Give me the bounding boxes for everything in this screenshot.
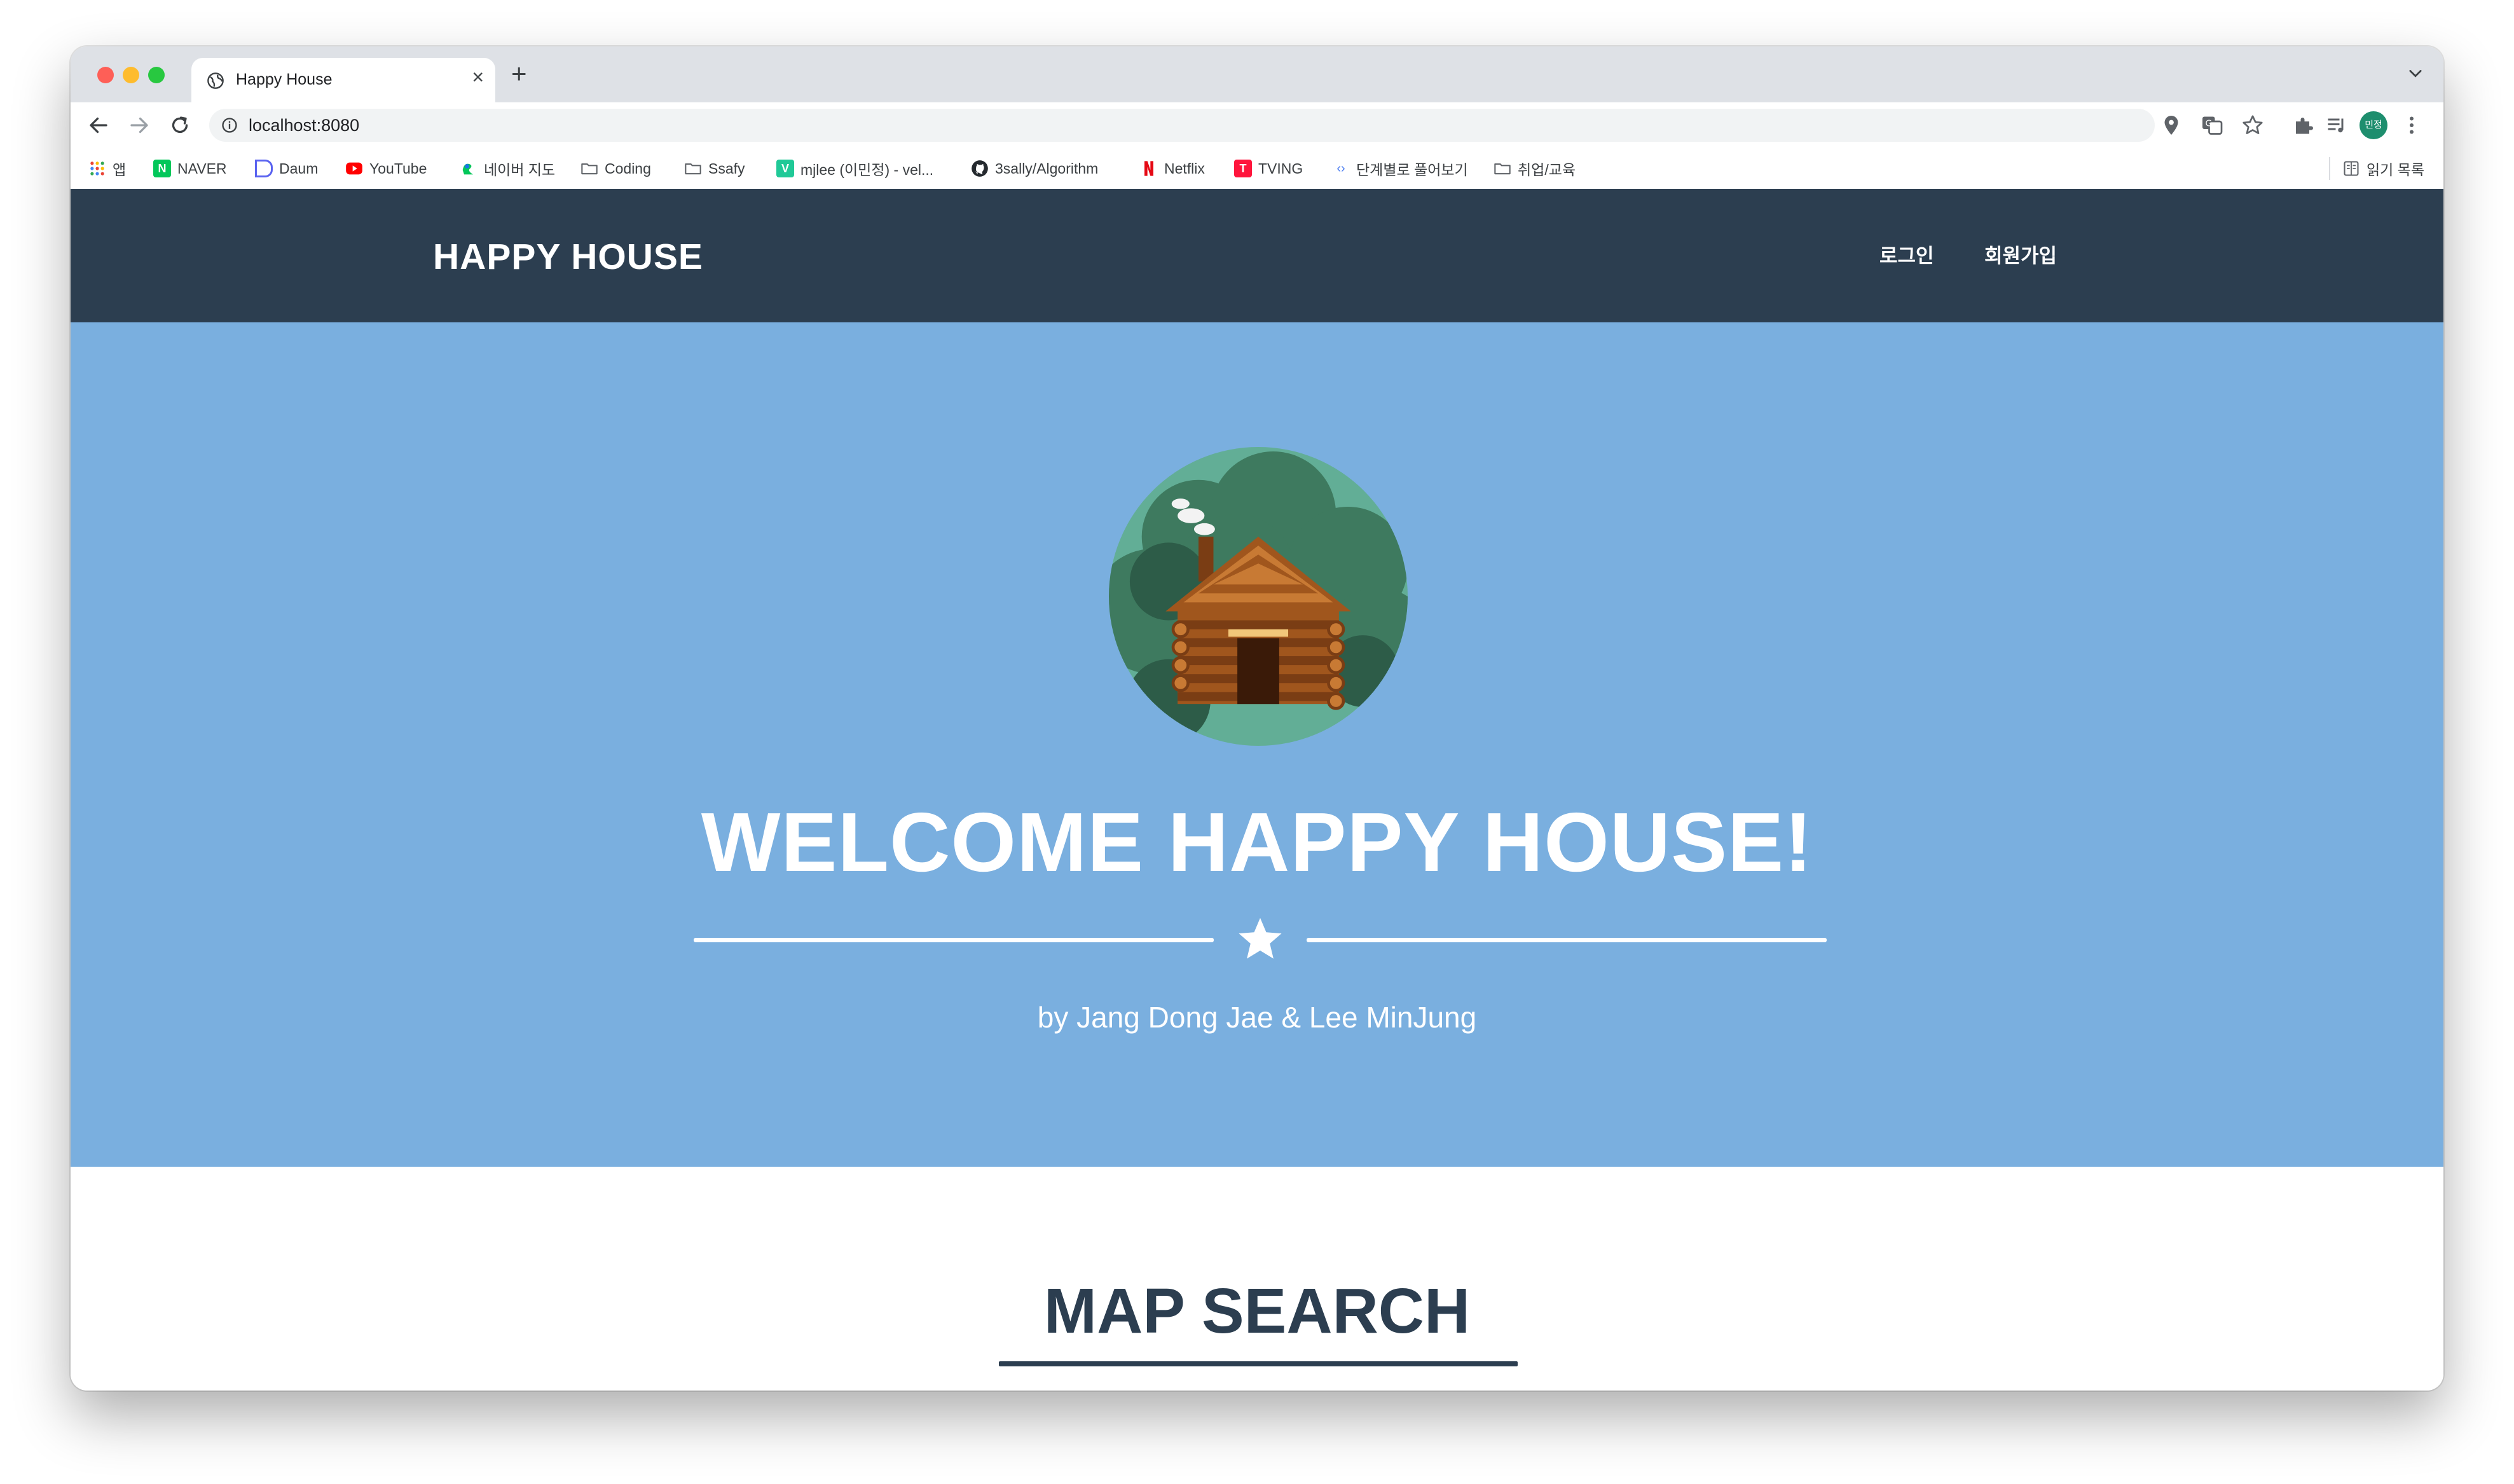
minimize-window-button[interactable]	[123, 67, 139, 83]
folder-icon	[581, 163, 598, 175]
site-navbar: HAPPY HOUSE 로그인 회원가입	[71, 189, 2443, 322]
bookmark-label: TVING	[1258, 160, 1303, 177]
bookmark-ssafy[interactable]: Ssafy	[684, 157, 745, 180]
bookmark-label: NAVER	[177, 160, 227, 177]
hero-subtitle: by Jang Dong Jae & Lee MinJung	[1037, 1001, 1477, 1034]
media-queue-icon[interactable]	[2325, 114, 2348, 137]
tab-search-chevron-icon[interactable]	[2407, 64, 2424, 82]
more-menu-icon[interactable]	[2400, 114, 2423, 137]
bookmark-netflix[interactable]: Netflix	[1140, 157, 1205, 180]
forward-arrow-icon[interactable]	[128, 114, 151, 137]
close-window-button[interactable]	[97, 67, 114, 83]
velog-icon: V	[776, 160, 794, 177]
bookmark-label: mjlee (이민정) - vel...	[800, 161, 934, 178]
url-text: localhost:8080	[249, 116, 360, 135]
reading-list-icon	[2344, 161, 2359, 176]
bookmarks-bar: 앱 N NAVER Daum YouTube 네이버 지도 Coding Ssa…	[71, 148, 2443, 190]
new-tab-button[interactable]: +	[511, 60, 527, 87]
daum-icon	[255, 160, 273, 177]
site-info-icon[interactable]	[221, 116, 238, 134]
netflix-icon	[1144, 161, 1153, 176]
bookmark-naver[interactable]: N NAVER	[153, 157, 227, 180]
reading-list-label: 읽기 목록	[2366, 161, 2424, 178]
bookmark-label: 네이버 지도	[484, 161, 556, 178]
bookmark-youtube[interactable]: YouTube	[345, 157, 427, 180]
browser-toolbar: localhost:8080 G 민정	[71, 102, 2443, 148]
bookmark-label: 앱	[113, 161, 127, 178]
address-bar[interactable]: localhost:8080	[209, 109, 2155, 142]
map-search-section: MAP SEARCH	[71, 1167, 2443, 1391]
bookmark-jobs-education[interactable]: 취업/교육	[1494, 157, 1576, 180]
tab-strip: Happy House × +	[71, 46, 2443, 102]
bookmark-tving[interactable]: T TVING	[1234, 157, 1303, 180]
bookmark-label: Ssafy	[708, 160, 745, 177]
reading-list-button[interactable]: 읽기 목록	[2342, 157, 2424, 180]
github-icon	[972, 160, 988, 177]
svg-text:G: G	[2206, 119, 2212, 129]
nav-signup-link[interactable]: 회원가입	[1984, 240, 2057, 268]
bookmark-naver-map[interactable]: 네이버 지도	[460, 157, 555, 180]
log-cabin-avatar-image	[1109, 447, 1408, 746]
bookmark-baekjoon-steps[interactable]: ‹› 단계별로 풀어보기	[1332, 157, 1468, 180]
bookmark-star-icon[interactable]	[2241, 114, 2264, 137]
bookmarks-separator	[2329, 157, 2330, 180]
bookmark-label: Coding	[605, 160, 651, 177]
globe-icon	[207, 72, 224, 89]
tab-happy-house[interactable]: Happy House ×	[191, 58, 495, 102]
bookmark-label: YouTube	[369, 160, 427, 177]
youtube-icon	[346, 162, 362, 175]
bookmark-label: Daum	[279, 160, 319, 177]
bookmark-label: Netflix	[1164, 160, 1205, 177]
translate-icon[interactable]: G	[2201, 114, 2223, 137]
naver-map-icon	[462, 163, 473, 175]
bookmark-daum[interactable]: Daum	[255, 157, 318, 180]
close-tab-icon[interactable]: ×	[472, 67, 484, 87]
masthead-hero: WELCOME HAPPY HOUSE! by Jang Dong Jae & …	[71, 322, 2443, 1167]
folder-icon	[1494, 163, 1511, 175]
bookmark-apps[interactable]: 앱	[88, 157, 126, 180]
bookmark-github-algorithm[interactable]: 3sally/Algorithm	[971, 157, 1098, 180]
brand-logo-text[interactable]: HAPPY HOUSE	[433, 236, 703, 278]
section-title: MAP SEARCH	[1043, 1275, 1471, 1347]
bookmark-label: 취업/교육	[1518, 161, 1576, 178]
bookmark-label: 3sally/Algorithm	[995, 160, 1099, 177]
bookmark-label: 단계별로 풀어보기	[1356, 161, 1468, 178]
tab-title: Happy House	[236, 71, 333, 88]
divider-line-left	[694, 938, 1214, 942]
web-page: HAPPY HOUSE 로그인 회원가입 WELCOME HAPPY HOUSE…	[71, 189, 2443, 1391]
naver-icon: N	[153, 160, 171, 177]
profile-avatar[interactable]: 민정	[2359, 111, 2387, 139]
divider-line-right	[1307, 938, 1827, 942]
section-title-underline	[999, 1361, 1518, 1366]
code-icon: ‹›	[1336, 161, 1345, 175]
tving-icon: T	[1234, 160, 1252, 177]
back-arrow-icon[interactable]	[87, 114, 110, 137]
bookmark-velog[interactable]: V mjlee (이민정) - vel...	[776, 157, 933, 180]
location-pin-icon[interactable]	[2160, 114, 2183, 137]
hero-title: WELCOME HAPPY HOUSE!	[701, 795, 1813, 889]
nav-login-link[interactable]: 로그인	[1879, 240, 1934, 268]
browser-window: Happy House × + localhost:8080 G 민정 앱 N …	[71, 46, 2443, 1391]
bookmark-coding[interactable]: Coding	[580, 157, 651, 180]
maximize-window-button[interactable]	[148, 67, 165, 83]
reload-icon[interactable]	[168, 114, 191, 137]
apps-grid-icon	[90, 161, 104, 175]
folder-icon	[685, 163, 701, 175]
divider-star-icon	[1239, 917, 1282, 959]
extensions-puzzle-icon[interactable]	[2292, 114, 2315, 137]
